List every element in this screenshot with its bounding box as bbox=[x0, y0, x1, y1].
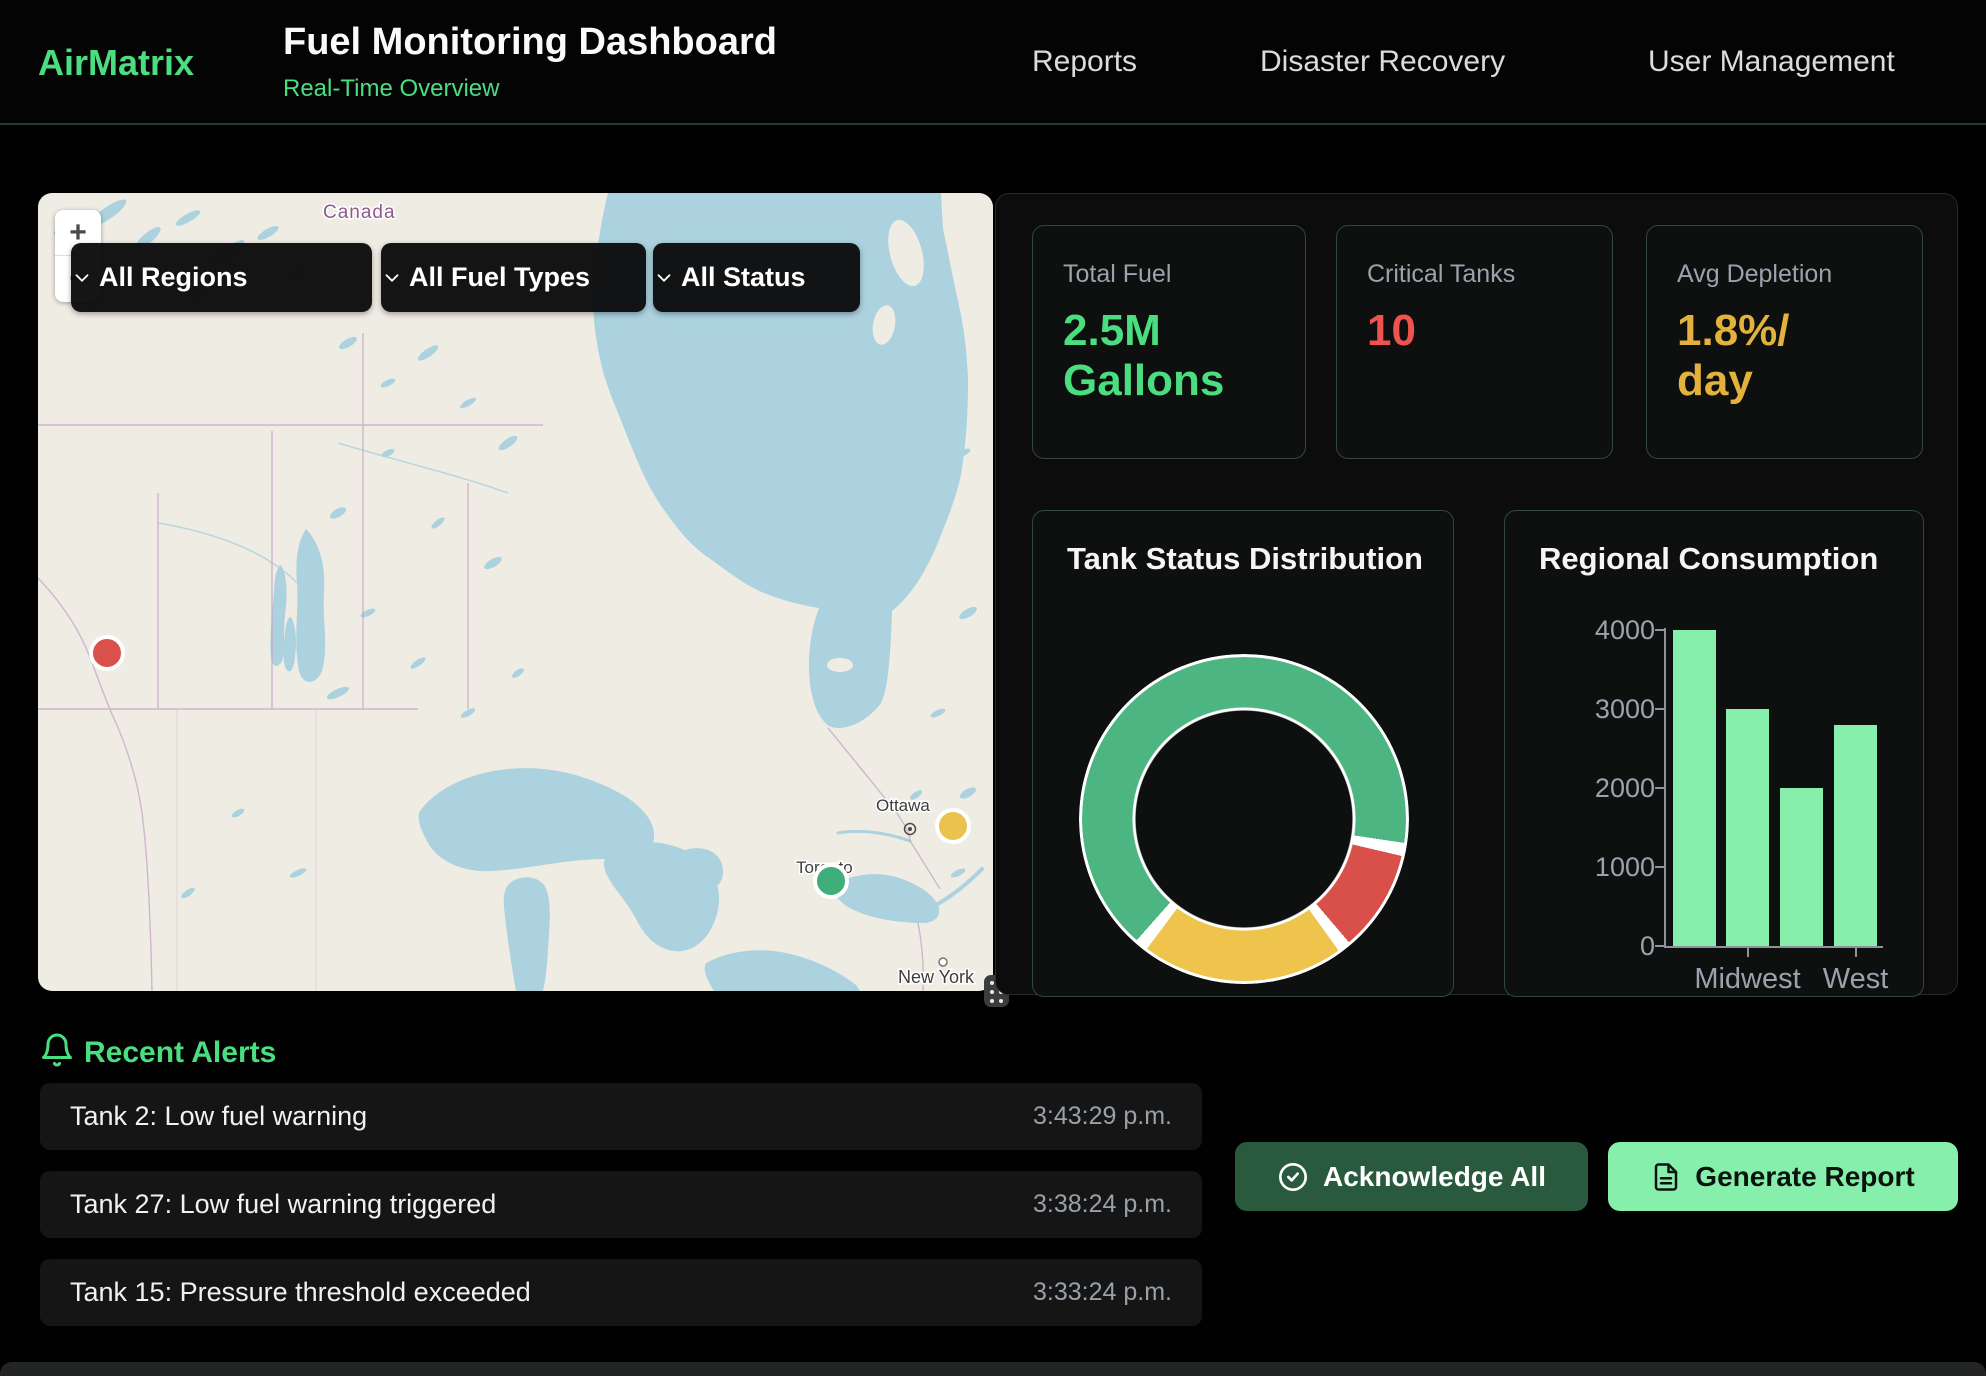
alert-timestamp: 3:33:24 p.m. bbox=[1033, 1259, 1172, 1326]
kpi-label: Critical Tanks bbox=[1367, 260, 1515, 289]
page-title: Fuel Monitoring Dashboard bbox=[283, 21, 777, 64]
nav-item-user-management[interactable]: User Management bbox=[1648, 45, 1895, 79]
document-icon bbox=[1651, 1162, 1681, 1192]
alert-timestamp: 3:43:29 p.m. bbox=[1033, 1083, 1172, 1150]
check-circle-icon bbox=[1277, 1161, 1309, 1193]
stats-panel: Total Fuel 2.5M Gallons Critical Tanks 1… bbox=[995, 193, 1958, 995]
map-canvas[interactable]: Canada Ottawa Toronto New York + − All R… bbox=[38, 193, 993, 991]
donut-ring bbox=[1082, 657, 1406, 981]
y-tick-label: 3000 bbox=[1563, 693, 1655, 725]
chevron-down-icon bbox=[381, 267, 403, 289]
generate-report-label: Generate Report bbox=[1695, 1161, 1914, 1193]
alert-row[interactable]: Tank 15: Pressure threshold exceeded 3:3… bbox=[40, 1259, 1202, 1326]
x-tick-mark bbox=[1855, 948, 1857, 957]
tank-marker-normal[interactable] bbox=[813, 863, 849, 899]
page-subtitle: Real-Time Overview bbox=[283, 75, 499, 103]
acknowledge-all-button[interactable]: Acknowledge All bbox=[1235, 1142, 1588, 1211]
kpi-card-total-fuel: Total Fuel 2.5M Gallons bbox=[1032, 225, 1306, 459]
y-tick-mark bbox=[1655, 708, 1664, 710]
header: AirMatrix Fuel Monitoring Dashboard Real… bbox=[0, 0, 1986, 125]
brand-logo: AirMatrix bbox=[38, 42, 194, 84]
kpi-value: 1.8%/ day bbox=[1677, 306, 1790, 406]
y-tick-mark bbox=[1655, 629, 1664, 631]
kpi-card-avg-depletion: Avg Depletion 1.8%/ day bbox=[1646, 225, 1923, 459]
alert-timestamp: 3:38:24 p.m. bbox=[1033, 1171, 1172, 1238]
status-filter-value: All Status bbox=[681, 243, 806, 312]
kpi-value: 10 bbox=[1367, 306, 1416, 356]
x-axis-line bbox=[1664, 946, 1883, 948]
map-label-new-york: New York bbox=[898, 967, 975, 987]
recent-alerts-title: Recent Alerts bbox=[84, 1036, 276, 1070]
y-tick-mark bbox=[1655, 945, 1664, 947]
bar-0 bbox=[1673, 630, 1716, 946]
kpi-label: Avg Depletion bbox=[1677, 260, 1832, 289]
x-tick-label: West bbox=[1786, 963, 1926, 996]
chart-title: Tank Status Distribution bbox=[1067, 541, 1423, 577]
region-filter-value: All Regions bbox=[99, 243, 248, 312]
alert-text: Tank 15: Pressure threshold exceeded bbox=[70, 1259, 531, 1326]
fuel-type-filter-dropdown[interactable]: All Fuel Types bbox=[381, 243, 646, 312]
kpi-label: Total Fuel bbox=[1063, 260, 1171, 289]
generate-report-button[interactable]: Generate Report bbox=[1608, 1142, 1958, 1211]
chevron-down-icon bbox=[71, 267, 93, 289]
alert-row[interactable]: Tank 27: Low fuel warning triggered 3:38… bbox=[40, 1171, 1202, 1238]
bar-2 bbox=[1780, 788, 1823, 946]
y-tick-mark bbox=[1655, 866, 1664, 868]
y-tick-label: 4000 bbox=[1563, 614, 1655, 646]
tank-status-chart-card: Tank Status Distribution bbox=[1032, 510, 1454, 997]
y-axis-line bbox=[1664, 628, 1666, 948]
y-tick-mark bbox=[1655, 787, 1664, 789]
bar-plot: 01000200030004000MidwestWest bbox=[1505, 511, 1923, 996]
nav-item-reports[interactable]: Reports bbox=[1032, 45, 1137, 79]
acknowledge-all-label: Acknowledge All bbox=[1323, 1161, 1546, 1193]
nav-item-disaster-recovery[interactable]: Disaster Recovery bbox=[1260, 45, 1505, 79]
regional-consumption-chart-card: Regional Consumption 01000200030004000Mi… bbox=[1504, 510, 1924, 997]
y-tick-label: 0 bbox=[1563, 930, 1655, 962]
tank-marker-warning[interactable] bbox=[935, 808, 971, 844]
region-filter-dropdown[interactable]: All Regions bbox=[71, 243, 372, 312]
tank-marker-critical[interactable] bbox=[89, 635, 125, 671]
y-tick-label: 2000 bbox=[1563, 772, 1655, 804]
kpi-card-critical-tanks: Critical Tanks 10 bbox=[1336, 225, 1613, 459]
fuel-type-filter-value: All Fuel Types bbox=[409, 243, 590, 312]
x-tick-mark bbox=[1747, 948, 1749, 957]
alert-text: Tank 2: Low fuel warning bbox=[70, 1083, 367, 1150]
y-tick-label: 1000 bbox=[1563, 851, 1655, 883]
map-label-ottawa: Ottawa bbox=[876, 796, 930, 815]
bell-icon bbox=[39, 1031, 75, 1069]
kpi-value: 2.5M Gallons bbox=[1063, 306, 1224, 406]
bottom-panel-edge bbox=[0, 1362, 1986, 1376]
alert-row[interactable]: Tank 2: Low fuel warning 3:43:29 p.m. bbox=[40, 1083, 1202, 1150]
status-filter-dropdown[interactable]: All Status bbox=[653, 243, 860, 312]
alert-text: Tank 27: Low fuel warning triggered bbox=[70, 1171, 496, 1238]
chevron-down-icon bbox=[653, 267, 675, 289]
bar-3 bbox=[1834, 725, 1877, 946]
map-artwork: Canada Ottawa Toronto New York bbox=[38, 193, 993, 991]
bar-1 bbox=[1726, 709, 1769, 946]
map-label-canada: Canada bbox=[323, 202, 396, 223]
